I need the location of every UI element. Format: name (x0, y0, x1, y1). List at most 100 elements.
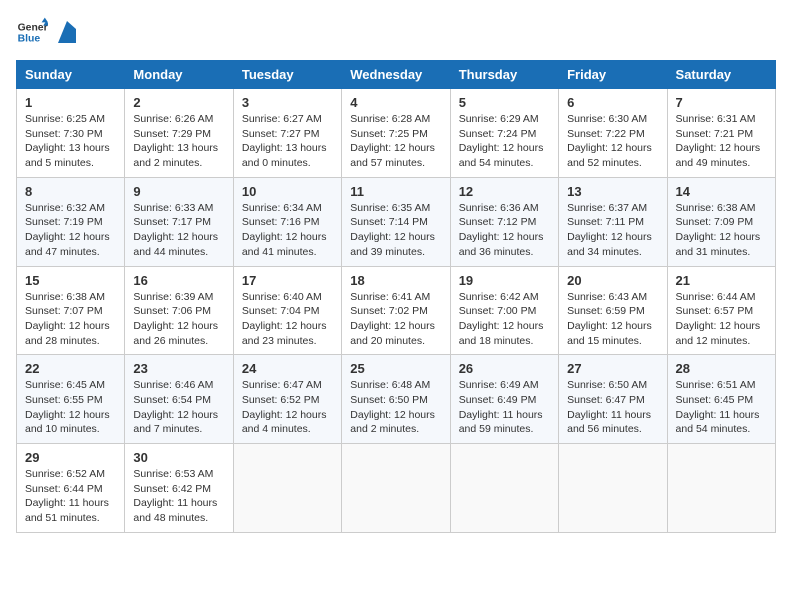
logo: General Blue (16, 16, 76, 48)
day-number: 28 (676, 361, 767, 376)
cell-content: Sunrise: 6:26 AMSunset: 7:29 PMDaylight:… (133, 113, 218, 169)
day-number: 5 (459, 95, 550, 110)
calendar-cell: 16 Sunrise: 6:39 AMSunset: 7:06 PMDaylig… (125, 266, 233, 355)
cell-content: Sunrise: 6:42 AMSunset: 7:00 PMDaylight:… (459, 291, 544, 347)
calendar-cell: 29 Sunrise: 6:52 AMSunset: 6:44 PMDaylig… (17, 444, 125, 533)
calendar-cell: 27 Sunrise: 6:50 AMSunset: 6:47 PMDaylig… (559, 355, 667, 444)
cell-content: Sunrise: 6:31 AMSunset: 7:21 PMDaylight:… (676, 113, 761, 169)
calendar-cell: 23 Sunrise: 6:46 AMSunset: 6:54 PMDaylig… (125, 355, 233, 444)
day-number: 4 (350, 95, 441, 110)
calendar-week-1: 1 Sunrise: 6:25 AMSunset: 7:30 PMDayligh… (17, 89, 776, 178)
cell-content: Sunrise: 6:28 AMSunset: 7:25 PMDaylight:… (350, 113, 435, 169)
cell-content: Sunrise: 6:29 AMSunset: 7:24 PMDaylight:… (459, 113, 544, 169)
day-number: 27 (567, 361, 658, 376)
calendar-cell (450, 444, 558, 533)
day-number: 14 (676, 184, 767, 199)
calendar-table: SundayMondayTuesdayWednesdayThursdayFrid… (16, 60, 776, 533)
calendar-cell: 24 Sunrise: 6:47 AMSunset: 6:52 PMDaylig… (233, 355, 341, 444)
day-number: 3 (242, 95, 333, 110)
calendar-cell: 6 Sunrise: 6:30 AMSunset: 7:22 PMDayligh… (559, 89, 667, 178)
calendar-cell: 10 Sunrise: 6:34 AMSunset: 7:16 PMDaylig… (233, 177, 341, 266)
day-number: 22 (25, 361, 116, 376)
day-number: 30 (133, 450, 224, 465)
calendar-cell: 20 Sunrise: 6:43 AMSunset: 6:59 PMDaylig… (559, 266, 667, 355)
calendar-cell: 13 Sunrise: 6:37 AMSunset: 7:11 PMDaylig… (559, 177, 667, 266)
day-number: 8 (25, 184, 116, 199)
calendar-cell: 2 Sunrise: 6:26 AMSunset: 7:29 PMDayligh… (125, 89, 233, 178)
calendar-cell: 4 Sunrise: 6:28 AMSunset: 7:25 PMDayligh… (342, 89, 450, 178)
calendar-cell: 3 Sunrise: 6:27 AMSunset: 7:27 PMDayligh… (233, 89, 341, 178)
calendar-cell: 30 Sunrise: 6:53 AMSunset: 6:42 PMDaylig… (125, 444, 233, 533)
cell-content: Sunrise: 6:47 AMSunset: 6:52 PMDaylight:… (242, 379, 327, 435)
calendar-week-2: 8 Sunrise: 6:32 AMSunset: 7:19 PMDayligh… (17, 177, 776, 266)
day-number: 7 (676, 95, 767, 110)
calendar-week-5: 29 Sunrise: 6:52 AMSunset: 6:44 PMDaylig… (17, 444, 776, 533)
cell-content: Sunrise: 6:52 AMSunset: 6:44 PMDaylight:… (25, 468, 109, 524)
day-number: 20 (567, 273, 658, 288)
calendar-cell: 9 Sunrise: 6:33 AMSunset: 7:17 PMDayligh… (125, 177, 233, 266)
day-number: 11 (350, 184, 441, 199)
day-header-sunday: Sunday (17, 61, 125, 89)
cell-content: Sunrise: 6:39 AMSunset: 7:06 PMDaylight:… (133, 291, 218, 347)
calendar-cell: 5 Sunrise: 6:29 AMSunset: 7:24 PMDayligh… (450, 89, 558, 178)
day-number: 16 (133, 273, 224, 288)
day-number: 2 (133, 95, 224, 110)
cell-content: Sunrise: 6:49 AMSunset: 6:49 PMDaylight:… (459, 379, 543, 435)
day-number: 13 (567, 184, 658, 199)
day-number: 15 (25, 273, 116, 288)
day-number: 10 (242, 184, 333, 199)
day-number: 21 (676, 273, 767, 288)
cell-content: Sunrise: 6:30 AMSunset: 7:22 PMDaylight:… (567, 113, 652, 169)
day-header-thursday: Thursday (450, 61, 558, 89)
svg-text:General: General (18, 22, 48, 33)
calendar-cell (559, 444, 667, 533)
cell-content: Sunrise: 6:41 AMSunset: 7:02 PMDaylight:… (350, 291, 435, 347)
calendar-week-3: 15 Sunrise: 6:38 AMSunset: 7:07 PMDaylig… (17, 266, 776, 355)
calendar-cell (667, 444, 775, 533)
cell-content: Sunrise: 6:40 AMSunset: 7:04 PMDaylight:… (242, 291, 327, 347)
header: General Blue (16, 16, 776, 48)
calendar-cell: 26 Sunrise: 6:49 AMSunset: 6:49 PMDaylig… (450, 355, 558, 444)
calendar-cell: 7 Sunrise: 6:31 AMSunset: 7:21 PMDayligh… (667, 89, 775, 178)
day-number: 17 (242, 273, 333, 288)
cell-content: Sunrise: 6:33 AMSunset: 7:17 PMDaylight:… (133, 202, 218, 258)
cell-content: Sunrise: 6:32 AMSunset: 7:19 PMDaylight:… (25, 202, 110, 258)
day-header-tuesday: Tuesday (233, 61, 341, 89)
calendar-cell: 17 Sunrise: 6:40 AMSunset: 7:04 PMDaylig… (233, 266, 341, 355)
calendar-week-4: 22 Sunrise: 6:45 AMSunset: 6:55 PMDaylig… (17, 355, 776, 444)
calendar-cell: 21 Sunrise: 6:44 AMSunset: 6:57 PMDaylig… (667, 266, 775, 355)
calendar-cell (342, 444, 450, 533)
cell-content: Sunrise: 6:46 AMSunset: 6:54 PMDaylight:… (133, 379, 218, 435)
day-number: 24 (242, 361, 333, 376)
day-number: 25 (350, 361, 441, 376)
calendar-header-row: SundayMondayTuesdayWednesdayThursdayFrid… (17, 61, 776, 89)
cell-content: Sunrise: 6:25 AMSunset: 7:30 PMDaylight:… (25, 113, 110, 169)
cell-content: Sunrise: 6:53 AMSunset: 6:42 PMDaylight:… (133, 468, 217, 524)
cell-content: Sunrise: 6:44 AMSunset: 6:57 PMDaylight:… (676, 291, 761, 347)
cell-content: Sunrise: 6:36 AMSunset: 7:12 PMDaylight:… (459, 202, 544, 258)
cell-content: Sunrise: 6:45 AMSunset: 6:55 PMDaylight:… (25, 379, 110, 435)
cell-content: Sunrise: 6:51 AMSunset: 6:45 PMDaylight:… (676, 379, 760, 435)
calendar-cell: 1 Sunrise: 6:25 AMSunset: 7:30 PMDayligh… (17, 89, 125, 178)
day-number: 9 (133, 184, 224, 199)
cell-content: Sunrise: 6:38 AMSunset: 7:07 PMDaylight:… (25, 291, 110, 347)
calendar-cell (233, 444, 341, 533)
calendar-cell: 8 Sunrise: 6:32 AMSunset: 7:19 PMDayligh… (17, 177, 125, 266)
day-header-wednesday: Wednesday (342, 61, 450, 89)
cell-content: Sunrise: 6:35 AMSunset: 7:14 PMDaylight:… (350, 202, 435, 258)
calendar-cell: 19 Sunrise: 6:42 AMSunset: 7:00 PMDaylig… (450, 266, 558, 355)
calendar-cell: 14 Sunrise: 6:38 AMSunset: 7:09 PMDaylig… (667, 177, 775, 266)
cell-content: Sunrise: 6:34 AMSunset: 7:16 PMDaylight:… (242, 202, 327, 258)
day-number: 19 (459, 273, 550, 288)
day-number: 18 (350, 273, 441, 288)
day-number: 1 (25, 95, 116, 110)
calendar-cell: 18 Sunrise: 6:41 AMSunset: 7:02 PMDaylig… (342, 266, 450, 355)
cell-content: Sunrise: 6:50 AMSunset: 6:47 PMDaylight:… (567, 379, 651, 435)
calendar-cell: 11 Sunrise: 6:35 AMSunset: 7:14 PMDaylig… (342, 177, 450, 266)
svg-text:Blue: Blue (18, 34, 41, 45)
day-header-friday: Friday (559, 61, 667, 89)
calendar-cell: 15 Sunrise: 6:38 AMSunset: 7:07 PMDaylig… (17, 266, 125, 355)
cell-content: Sunrise: 6:43 AMSunset: 6:59 PMDaylight:… (567, 291, 652, 347)
cell-content: Sunrise: 6:48 AMSunset: 6:50 PMDaylight:… (350, 379, 435, 435)
calendar-cell: 12 Sunrise: 6:36 AMSunset: 7:12 PMDaylig… (450, 177, 558, 266)
